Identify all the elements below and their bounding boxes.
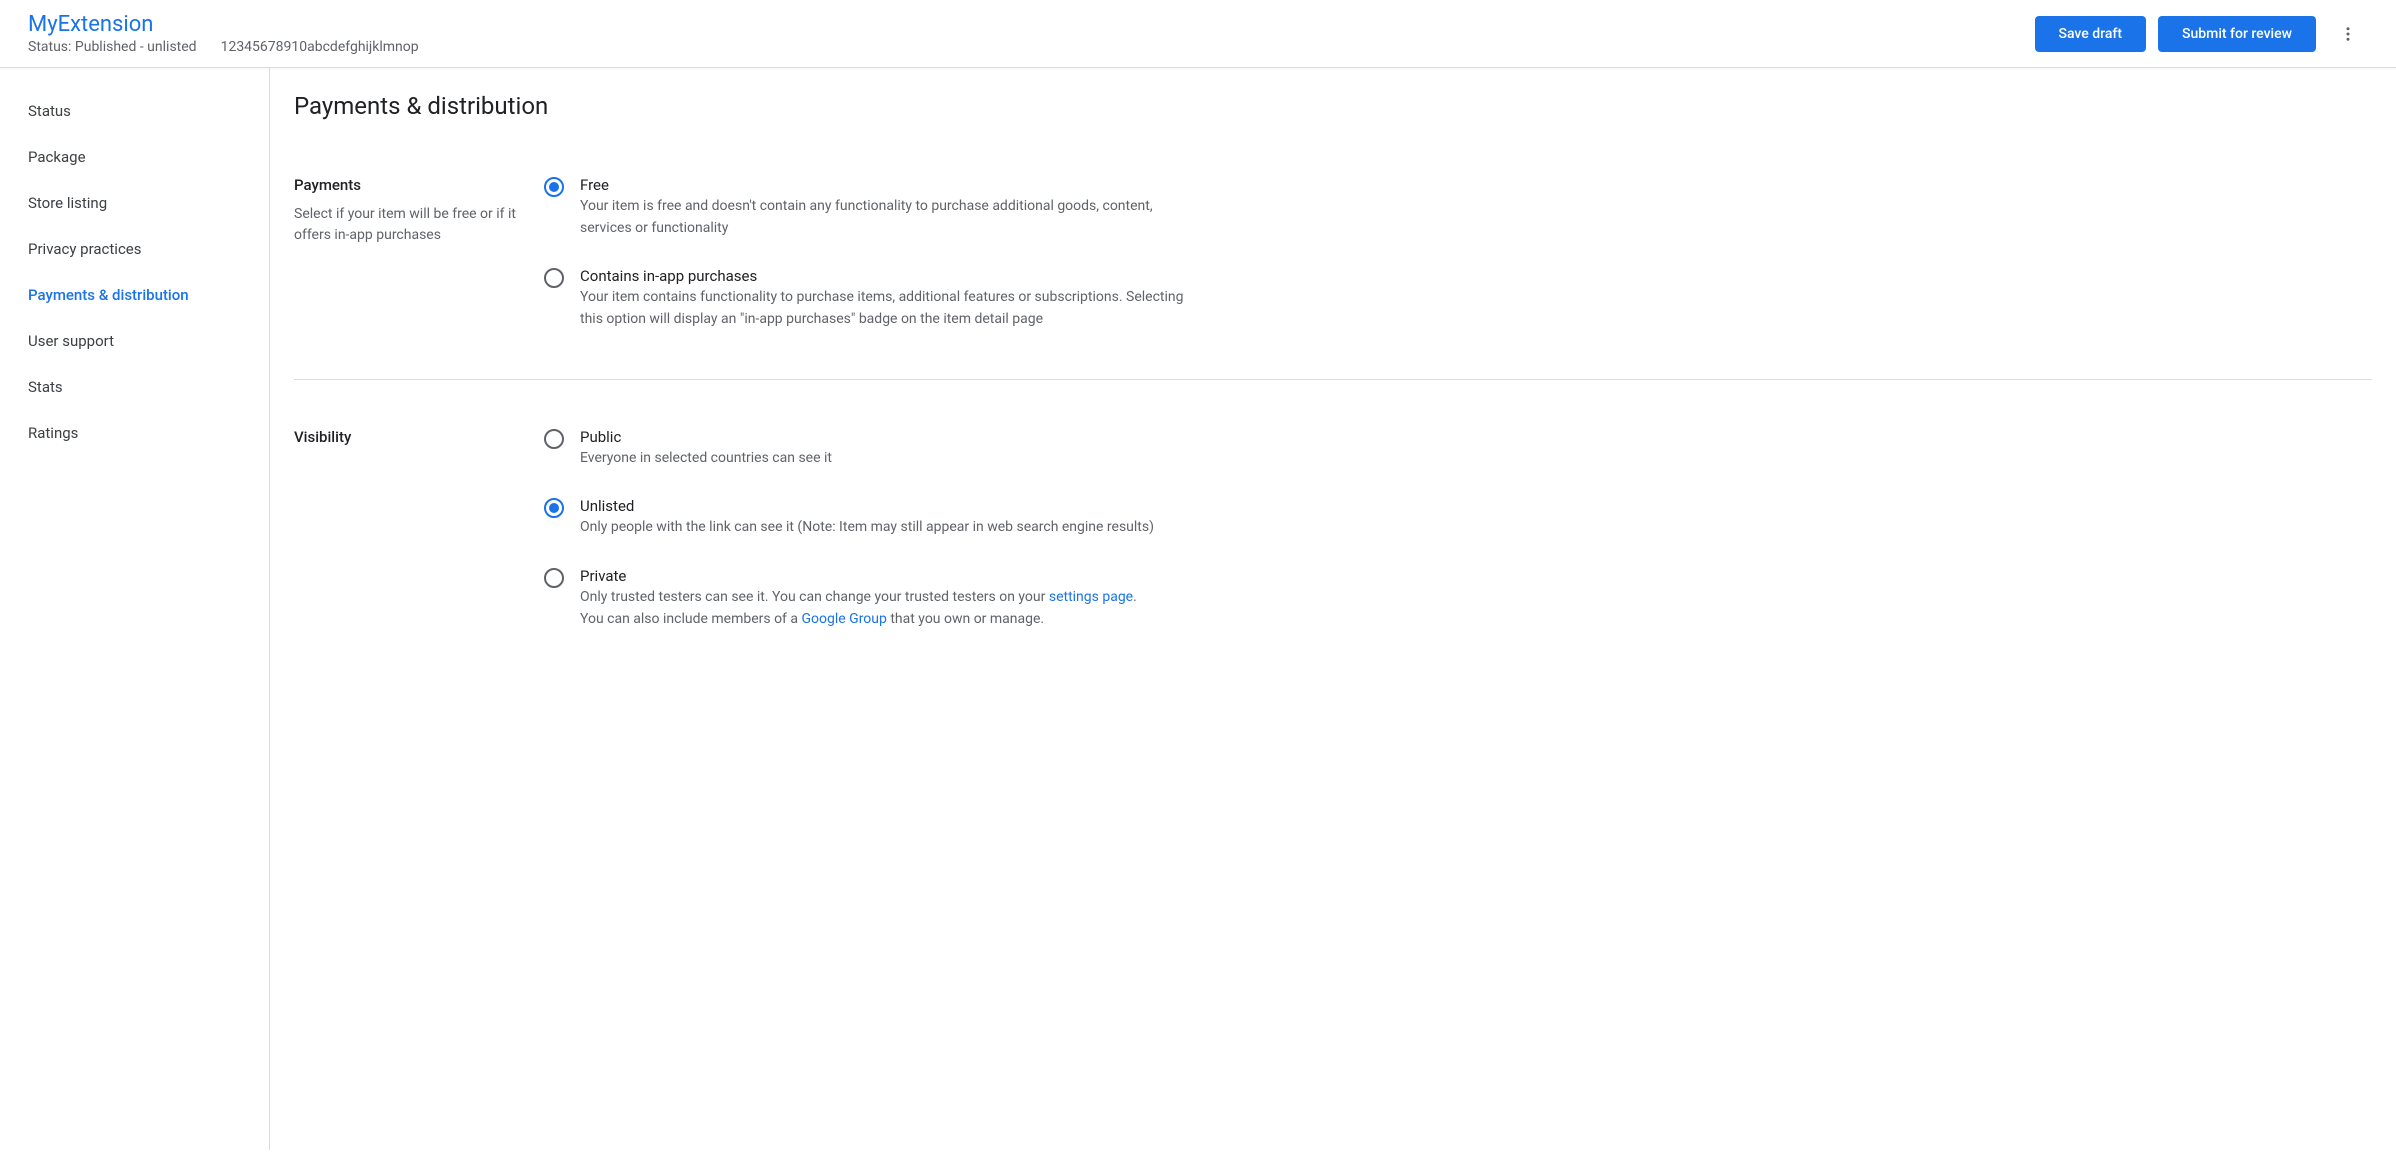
sidebar-item-status[interactable]: Status <box>0 88 269 134</box>
sidebar-item-payments-distribution[interactable]: Payments & distribution <box>0 272 269 318</box>
visibility-section: Visibility Public Everyone in selected c… <box>294 428 2372 679</box>
header-left: MyExtension Status: Published - unlisted… <box>28 12 419 55</box>
private-desc-part2: . <box>1133 589 1137 605</box>
radio-free[interactable] <box>544 177 564 197</box>
visibility-option-public[interactable]: Public Everyone in selected countries ca… <box>544 428 1184 470</box>
content: Payments & distribution Payments Select … <box>270 68 2396 1150</box>
item-id: 12345678910abcdefghijklmnop <box>221 39 419 55</box>
option-content: Unlisted Only people with the link can s… <box>580 497 1184 539</box>
settings-page-link[interactable]: settings page <box>1049 589 1133 605</box>
option-desc-private: Only trusted testers can see it. You can… <box>580 587 1184 630</box>
container: Status Package Store listing Privacy pra… <box>0 68 2396 1150</box>
google-group-link[interactable]: Google Group <box>801 611 886 627</box>
radio-iap[interactable] <box>544 268 564 288</box>
visibility-section-title: Visibility <box>294 428 520 446</box>
more-options-button[interactable] <box>2328 14 2368 54</box>
payments-options: Free Your item is free and doesn't conta… <box>544 176 1184 331</box>
sidebar-item-user-support[interactable]: User support <box>0 318 269 364</box>
radio-private[interactable] <box>544 568 564 588</box>
header-right: Save draft Submit for review <box>2035 14 2368 54</box>
option-label-unlisted: Unlisted <box>580 497 1184 515</box>
option-label-free: Free <box>580 176 1184 194</box>
more-vert-icon <box>2339 25 2357 43</box>
sidebar-item-privacy-practices[interactable]: Privacy practices <box>0 226 269 272</box>
option-desc-unlisted: Only people with the link can see it (No… <box>580 517 1184 539</box>
option-content: Public Everyone in selected countries ca… <box>580 428 1184 470</box>
radio-unlisted[interactable] <box>544 498 564 518</box>
sidebar: Status Package Store listing Privacy pra… <box>0 68 270 1150</box>
option-label-private: Private <box>580 567 1184 585</box>
visibility-option-private[interactable]: Private Only trusted testers can see it.… <box>544 567 1184 630</box>
payments-section-title: Payments <box>294 176 520 194</box>
app-title[interactable]: MyExtension <box>28 12 419 37</box>
header: MyExtension Status: Published - unlisted… <box>0 0 2396 68</box>
sidebar-item-package[interactable]: Package <box>0 134 269 180</box>
submit-for-review-button[interactable]: Submit for review <box>2158 16 2316 52</box>
payments-label-col: Payments Select if your item will be fre… <box>294 176 544 331</box>
payments-option-iap[interactable]: Contains in-app purchases Your item cont… <box>544 267 1184 330</box>
option-desc-free: Your item is free and doesn't contain an… <box>580 196 1184 239</box>
payments-option-free[interactable]: Free Your item is free and doesn't conta… <box>544 176 1184 239</box>
payments-section: Payments Select if your item will be fre… <box>294 176 2372 380</box>
option-label-public: Public <box>580 428 1184 446</box>
visibility-label-col: Visibility <box>294 428 544 631</box>
visibility-option-unlisted[interactable]: Unlisted Only people with the link can s… <box>544 497 1184 539</box>
option-content: Free Your item is free and doesn't conta… <box>580 176 1184 239</box>
visibility-options: Public Everyone in selected countries ca… <box>544 428 1184 631</box>
private-desc-part3: You can also include members of a <box>580 611 801 627</box>
option-content: Private Only trusted testers can see it.… <box>580 567 1184 630</box>
option-content: Contains in-app purchases Your item cont… <box>580 267 1184 330</box>
save-draft-button[interactable]: Save draft <box>2035 16 2147 52</box>
radio-public[interactable] <box>544 429 564 449</box>
payments-section-help: Select if your item will be free or if i… <box>294 204 520 246</box>
sidebar-item-stats[interactable]: Stats <box>0 364 269 410</box>
option-desc-iap: Your item contains functionality to purc… <box>580 287 1184 330</box>
private-desc-part4: that you own or manage. <box>887 611 1044 627</box>
header-meta: Status: Published - unlisted 12345678910… <box>28 39 419 55</box>
sidebar-item-store-listing[interactable]: Store listing <box>0 180 269 226</box>
page-title: Payments & distribution <box>294 92 2372 120</box>
status-label: Status: Published - unlisted <box>28 39 197 55</box>
option-desc-public: Everyone in selected countries can see i… <box>580 448 1184 470</box>
private-desc-part1: Only trusted testers can see it. You can… <box>580 589 1049 605</box>
option-label-iap: Contains in-app purchases <box>580 267 1184 285</box>
sidebar-item-ratings[interactable]: Ratings <box>0 410 269 456</box>
